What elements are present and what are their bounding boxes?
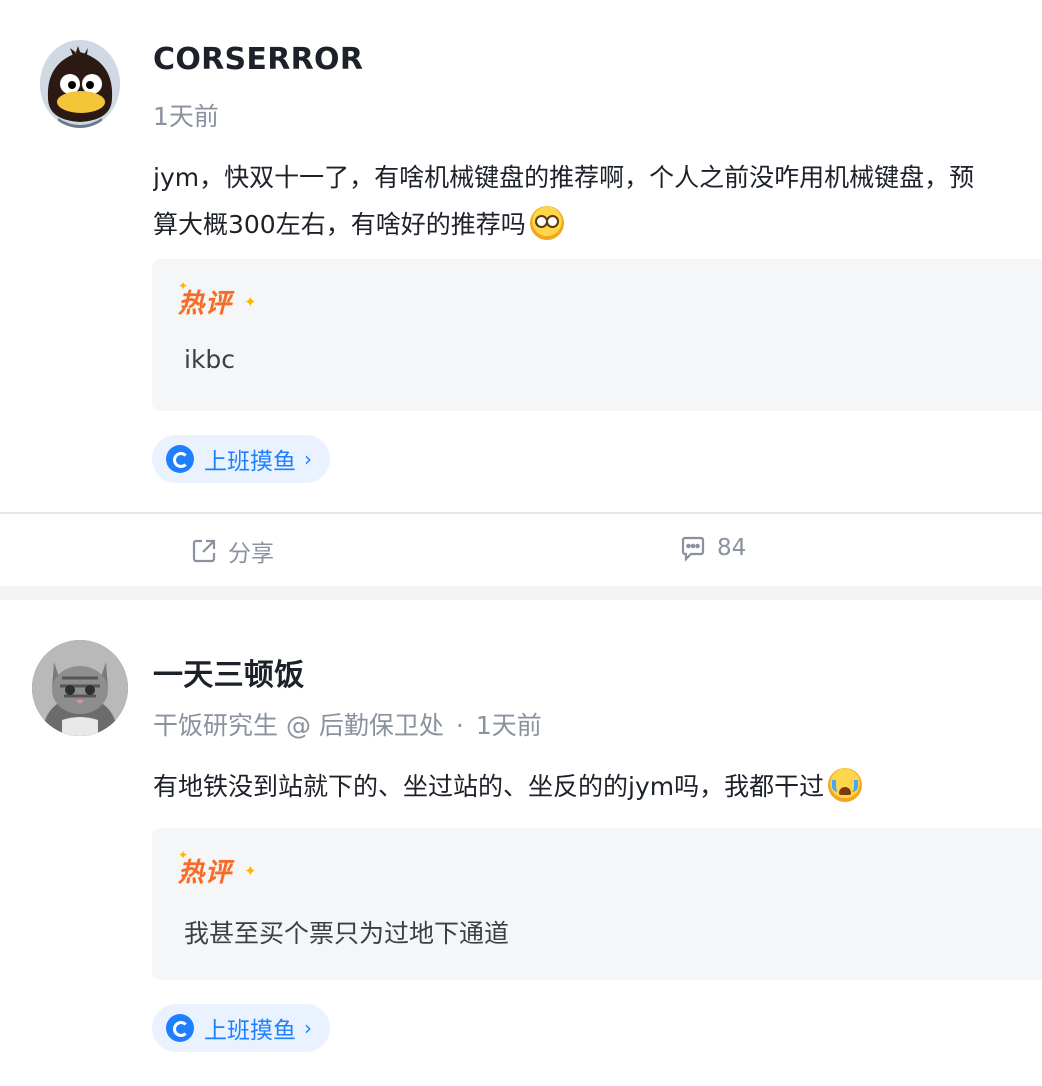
comment-button[interactable]: 84 xyxy=(679,534,746,562)
sparkle-icon: ✦ xyxy=(244,293,257,311)
post-actions: 分享 84 xyxy=(0,512,1042,588)
author-name[interactable]: CORSERROR xyxy=(153,42,363,77)
author-meta: 干饭研究生 @ 后勤保卫处 · 1天前 xyxy=(153,706,542,742)
author-title: 干饭研究生 @ 后勤保卫处 xyxy=(153,711,444,740)
hot-comment-box[interactable]: ✦ 热评 ✦ 我甚至买个票只为过地下通道 xyxy=(152,828,1042,980)
post-content[interactable]: 有地铁没到站就下的、坐过站的、坐反的的jym吗，我都干过 xyxy=(153,763,1042,810)
post-card: CORSERROR 1天前 jym，快双十一了，有啥机械键盘的推荐啊，个人之前没… xyxy=(0,0,1042,586)
share-button[interactable]: 分享 xyxy=(190,534,274,568)
content-line: jym，快双十一了，有啥机械键盘的推荐啊，个人之前没咋用机械键盘，预 xyxy=(153,163,975,192)
hot-comment-box[interactable]: ✦ 热评 ✦ ikbc xyxy=(152,259,1042,411)
share-label: 分享 xyxy=(228,541,274,567)
post-card: 一天三顿饭 干饭研究生 @ 后勤保卫处 · 1天前 有地铁没到站就下的、坐过站的、坐… xyxy=(0,600,1042,1086)
content-line-last: 算大概300左右，有啥好的推荐吗 xyxy=(153,201,1042,248)
content-line-last: 有地铁没到站就下的、坐过站的、坐反的的jym吗，我都干过 xyxy=(153,763,1042,810)
hot-comment-badge: 热评 xyxy=(178,289,233,319)
comment-icon xyxy=(681,536,705,562)
sparkle-icon: ✦ xyxy=(244,862,257,880)
content-line-text: 算大概300左右，有啥好的推荐吗 xyxy=(153,210,526,239)
share-icon xyxy=(192,539,216,563)
drooling-face-emoji-icon xyxy=(529,206,564,240)
circle-tag-link[interactable]: 上班摸鱼 › xyxy=(152,435,330,483)
content-line-text: 有地铁没到站就下的、坐过站的、坐反的的jym吗，我都干过 xyxy=(153,772,825,801)
post-time: 1天前 xyxy=(153,97,219,133)
meta-separator: · xyxy=(455,711,464,740)
circle-icon xyxy=(166,445,194,473)
comment-count: 84 xyxy=(717,535,747,561)
feed: CORSERROR 1天前 jym，快双十一了，有啥机械键盘的推荐啊，个人之前没… xyxy=(0,0,1042,1086)
author-avatar[interactable] xyxy=(40,40,120,128)
circle-tag-link[interactable]: 上班摸鱼 › xyxy=(152,1004,330,1052)
chevron-right-icon: › xyxy=(304,447,312,471)
circle-tag-label: 上班摸鱼 xyxy=(204,1018,296,1044)
chevron-right-icon: › xyxy=(304,1016,312,1040)
circle-icon xyxy=(166,1014,194,1042)
hot-comment-text: 我甚至买个票只为过地下通道 xyxy=(184,919,510,948)
author-avatar[interactable] xyxy=(32,640,128,736)
post-content[interactable]: jym，快双十一了，有啥机械键盘的推荐啊，个人之前没咋用机械键盘，预 算大概30… xyxy=(153,154,1042,248)
author-name[interactable]: 一天三顿饭 xyxy=(153,650,305,694)
circle-tag-label: 上班摸鱼 xyxy=(204,449,296,475)
hot-comment-text: ikbc xyxy=(184,345,236,374)
post-time-text: 1天前 xyxy=(475,711,542,740)
post-time-text: 1天前 xyxy=(153,102,219,131)
hot-comment-badge: 热评 xyxy=(178,858,233,888)
crying-face-emoji-icon xyxy=(828,768,863,802)
